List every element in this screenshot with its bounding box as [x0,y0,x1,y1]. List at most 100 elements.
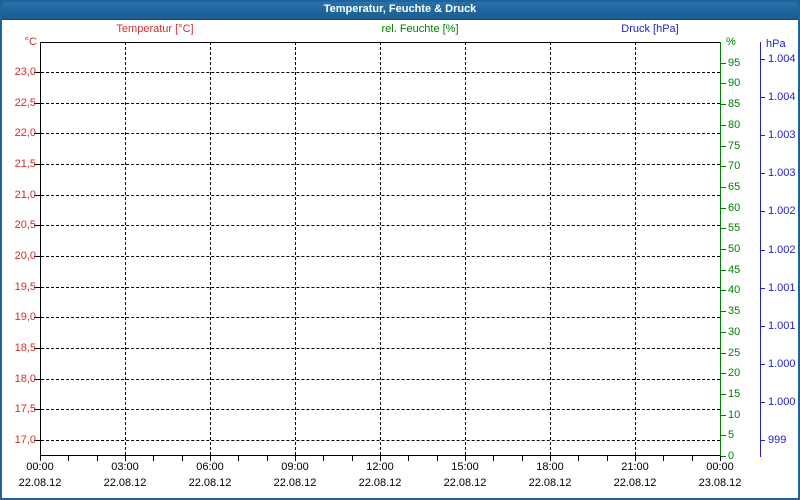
pressure-tick [760,97,765,98]
temperature-tick-label: 17,0 [4,434,36,446]
title-bar: Temperatur, Feuchte & Druck [0,0,800,20]
v-gridline [550,42,551,455]
humidity-tick [720,415,726,416]
pressure-tick-label: 1.004 [768,91,796,103]
humidity-tick [720,290,726,291]
x-date-label: 23.08.12 [692,477,748,489]
v-gridline [635,42,636,455]
temperature-axis-unit: °C [0,36,37,48]
pressure-tick-label: 1.001 [768,282,796,294]
humidity-tick-label: 5 [728,429,734,441]
pressure-tick-label: 999 [768,434,786,446]
v-gridline [380,42,381,455]
humidity-tick [720,270,726,271]
x-axis-tick [493,456,494,461]
x-axis-tick [323,456,324,461]
x-time-label: 06:00 [182,461,238,473]
x-time-label: 09:00 [267,461,323,473]
humidity-tick-label: 65 [728,181,740,193]
humidity-tick [720,394,726,395]
humidity-tick [720,104,726,105]
x-time-label: 00:00 [692,461,748,473]
legend-pressure: Druck [hPa] [621,23,678,35]
pressure-tick-label: 1.003 [768,129,796,141]
humidity-tick-label: 30 [728,326,740,338]
pressure-tick-label: 1.002 [768,205,796,217]
humidity-tick [720,208,726,209]
x-time-label: 15:00 [437,461,493,473]
temperature-tick-label: 20,5 [4,219,36,231]
humidity-tick [720,228,726,229]
x-date-label: 22.08.12 [607,477,663,489]
x-time-label: 03:00 [97,461,153,473]
pressure-tick-label: 1.002 [768,244,796,256]
pressure-tick [760,250,765,251]
x-axis-tick [238,456,239,461]
x-time-label: 00:00 [12,461,68,473]
pressure-axis-unit: hPa [766,38,786,50]
x-time-label: 12:00 [352,461,408,473]
x-axis-tick [68,456,69,461]
x-axis-tick [578,456,579,461]
humidity-tick-label: 35 [728,305,740,317]
v-gridline [125,42,126,455]
legend-temperature: Temperatur [°C] [116,23,193,35]
pressure-tick-label: 1.001 [768,320,796,332]
temperature-tick-label: 21,0 [4,189,36,201]
humidity-tick-label: 20 [728,367,740,379]
pressure-tick [760,364,765,365]
humidity-tick-label: 60 [728,202,740,214]
pressure-tick [760,326,765,327]
temperature-tick-label: 18,5 [4,342,36,354]
pressure-tick-label: 1.003 [768,167,796,179]
humidity-tick-label: 95 [728,57,740,69]
humidity-tick [720,83,726,84]
humidity-tick-label: 80 [728,119,740,131]
temperature-tick-label: 20,0 [4,250,36,262]
legend-humidity: rel. Feuchte [%] [381,23,458,35]
humidity-tick-label: 25 [728,347,740,359]
temperature-tick-label: 23,0 [4,66,36,78]
humidity-tick [720,353,726,354]
temperature-tick-label: 22,5 [4,97,36,109]
humidity-tick-label: 85 [728,98,740,110]
humidity-axis-unit: % [726,36,736,48]
x-date-label: 22.08.12 [182,477,238,489]
pressure-tick-label: 1.000 [768,358,796,370]
pressure-tick [760,135,765,136]
humidity-tick [720,125,726,126]
humidity-tick [720,166,726,167]
pressure-tick [760,288,765,289]
humidity-tick-label: 55 [728,222,740,234]
v-gridline [295,42,296,455]
humidity-tick [720,332,726,333]
x-date-label: 22.08.12 [267,477,323,489]
x-axis-tick [408,456,409,461]
x-axis-tick [663,456,664,461]
pressure-tick-label: 1.000 [768,396,796,408]
humidity-tick-label: 15 [728,388,740,400]
x-date-label: 22.08.12 [12,477,68,489]
temperature-tick-label: 19,5 [4,281,36,293]
pressure-tick [760,440,765,441]
humidity-tick-label: 50 [728,243,740,255]
chart-window: Temperatur, Feuchte & Druck Temperatur [… [0,0,800,500]
humidity-tick [720,249,726,250]
humidity-tick-label: 75 [728,140,740,152]
humidity-tick-label: 45 [728,264,740,276]
humidity-tick [720,435,726,436]
pressure-tick [760,211,765,212]
pressure-tick [760,402,765,403]
temperature-tick-label: 21,5 [4,158,36,170]
humidity-tick [720,311,726,312]
humidity-tick [720,63,726,64]
pressure-tick [760,173,765,174]
humidity-tick-label: 10 [728,409,740,421]
temperature-tick-label: 19,0 [4,311,36,323]
humidity-tick [720,146,726,147]
humidity-tick-label: 70 [728,160,740,172]
temperature-tick-label: 18,0 [4,373,36,385]
x-axis-tick [153,456,154,461]
pressure-tick-label: 1.004 [768,53,796,65]
x-time-label: 21:00 [607,461,663,473]
